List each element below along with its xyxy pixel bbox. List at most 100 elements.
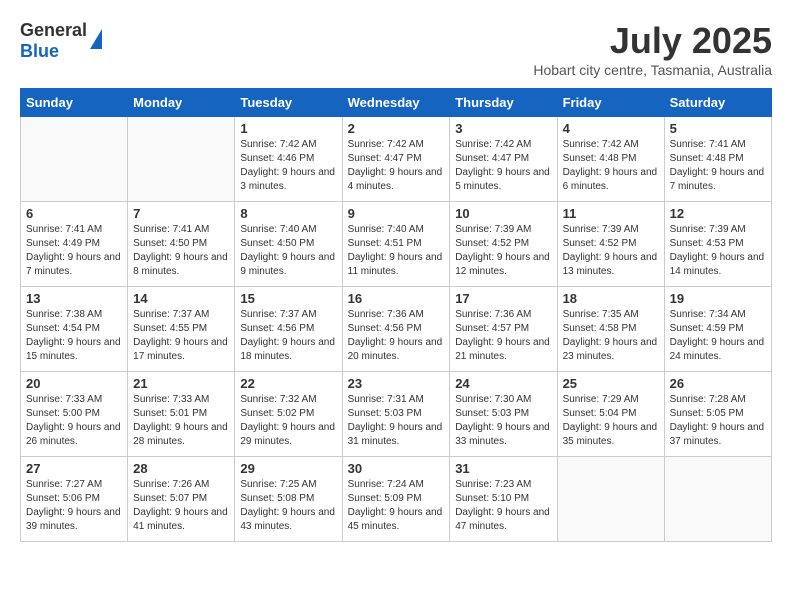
day-info: Sunrise: 7:33 AMSunset: 5:01 PMDaylight:… <box>133 393 229 449</box>
day-info: Sunrise: 7:39 AMSunset: 4:52 PMDaylight:… <box>455 223 551 279</box>
day-info: Sunrise: 7:42 AMSunset: 4:48 PMDaylight:… <box>563 138 659 194</box>
day-info: Sunrise: 7:30 AMSunset: 5:03 PMDaylight:… <box>455 393 551 449</box>
day-number: 26 <box>670 376 766 391</box>
calendar-cell: 18 Sunrise: 7:35 AMSunset: 4:58 PMDayligh… <box>557 287 664 372</box>
calendar-header-row: SundayMondayTuesdayWednesdayThursdayFrid… <box>21 89 772 117</box>
calendar-cell: 26 Sunrise: 7:28 AMSunset: 5:05 PMDayligh… <box>664 372 771 457</box>
day-info: Sunrise: 7:23 AMSunset: 5:10 PMDaylight:… <box>455 478 551 534</box>
day-info: Sunrise: 7:42 AMSunset: 4:47 PMDaylight:… <box>348 138 445 194</box>
calendar-cell: 4 Sunrise: 7:42 AMSunset: 4:48 PMDaylight… <box>557 117 664 202</box>
calendar-table: SundayMondayTuesdayWednesdayThursdayFrid… <box>20 88 772 542</box>
calendar-cell: 6 Sunrise: 7:41 AMSunset: 4:49 PMDaylight… <box>21 202 128 287</box>
day-number: 16 <box>348 291 445 306</box>
day-number: 15 <box>240 291 336 306</box>
calendar-cell: 27 Sunrise: 7:27 AMSunset: 5:06 PMDayligh… <box>21 457 128 542</box>
day-number: 23 <box>348 376 445 391</box>
day-info: Sunrise: 7:34 AMSunset: 4:59 PMDaylight:… <box>670 308 766 364</box>
logo-text: General Blue <box>20 20 87 62</box>
day-number: 12 <box>670 206 766 221</box>
day-header-saturday: Saturday <box>664 89 771 117</box>
calendar-cell: 3 Sunrise: 7:42 AMSunset: 4:47 PMDaylight… <box>450 117 557 202</box>
day-info: Sunrise: 7:32 AMSunset: 5:02 PMDaylight:… <box>240 393 336 449</box>
calendar-cell: 17 Sunrise: 7:36 AMSunset: 4:57 PMDayligh… <box>450 287 557 372</box>
calendar-cell: 20Sunrise: 7:33 AMSunset: 5:00 PMDayligh… <box>21 372 128 457</box>
day-header-monday: Monday <box>128 89 235 117</box>
day-number: 1 <box>240 121 336 136</box>
day-info: Sunrise: 7:36 AMSunset: 4:57 PMDaylight:… <box>455 308 551 364</box>
day-info: Sunrise: 7:42 AMSunset: 4:46 PMDaylight:… <box>240 138 336 194</box>
day-info: Sunrise: 7:41 AMSunset: 4:50 PMDaylight:… <box>133 223 229 279</box>
calendar-cell: 29 Sunrise: 7:25 AMSunset: 5:08 PMDayligh… <box>235 457 342 542</box>
day-info: Sunrise: 7:25 AMSunset: 5:08 PMDaylight:… <box>240 478 336 534</box>
day-number: 29 <box>240 461 336 476</box>
day-number: 17 <box>455 291 551 306</box>
calendar-cell: 12Sunrise: 7:39 AMSunset: 4:53 PMDayligh… <box>664 202 771 287</box>
calendar-cell: 23 Sunrise: 7:31 AMSunset: 5:03 PMDayligh… <box>342 372 450 457</box>
calendar-cell: 9 Sunrise: 7:40 AMSunset: 4:51 PMDaylight… <box>342 202 450 287</box>
day-number: 10 <box>455 206 551 221</box>
page-header: General Blue July 2025 Hobart city centr… <box>20 20 772 78</box>
calendar-cell: 2Sunrise: 7:42 AMSunset: 4:47 PMDaylight… <box>342 117 450 202</box>
day-info: Sunrise: 7:42 AMSunset: 4:47 PMDaylight:… <box>455 138 551 194</box>
day-number: 19 <box>670 291 766 306</box>
month-title: July 2025 <box>533 20 772 62</box>
calendar-week-5: 27 Sunrise: 7:27 AMSunset: 5:06 PMDayligh… <box>21 457 772 542</box>
day-number: 30 <box>348 461 445 476</box>
logo-blue: Blue <box>20 41 59 61</box>
day-number: 11 <box>563 206 659 221</box>
calendar-week-4: 20Sunrise: 7:33 AMSunset: 5:00 PMDayligh… <box>21 372 772 457</box>
day-info: Sunrise: 7:24 AMSunset: 5:09 PMDaylight:… <box>348 478 445 534</box>
day-number: 27 <box>26 461 122 476</box>
day-number: 4 <box>563 121 659 136</box>
logo: General Blue <box>20 20 102 62</box>
day-info: Sunrise: 7:39 AMSunset: 4:52 PMDaylight:… <box>563 223 659 279</box>
calendar-cell <box>664 457 771 542</box>
day-header-friday: Friday <box>557 89 664 117</box>
day-number: 13 <box>26 291 122 306</box>
title-area: July 2025 Hobart city centre, Tasmania, … <box>533 20 772 78</box>
calendar-cell: 28Sunrise: 7:26 AMSunset: 5:07 PMDayligh… <box>128 457 235 542</box>
day-number: 18 <box>563 291 659 306</box>
calendar-cell: 5Sunrise: 7:41 AMSunset: 4:48 PMDaylight… <box>664 117 771 202</box>
day-info: Sunrise: 7:36 AMSunset: 4:56 PMDaylight:… <box>348 308 445 364</box>
day-info: Sunrise: 7:26 AMSunset: 5:07 PMDaylight:… <box>133 478 229 534</box>
calendar-cell: 11 Sunrise: 7:39 AMSunset: 4:52 PMDayligh… <box>557 202 664 287</box>
day-number: 24 <box>455 376 551 391</box>
day-number: 6 <box>26 206 122 221</box>
day-header-sunday: Sunday <box>21 89 128 117</box>
day-number: 31 <box>455 461 551 476</box>
calendar-cell: 24 Sunrise: 7:30 AMSunset: 5:03 PMDayligh… <box>450 372 557 457</box>
day-info: Sunrise: 7:38 AMSunset: 4:54 PMDaylight:… <box>26 308 122 364</box>
calendar-week-3: 13 Sunrise: 7:38 AMSunset: 4:54 PMDayligh… <box>21 287 772 372</box>
calendar-cell: 15 Sunrise: 7:37 AMSunset: 4:56 PMDayligh… <box>235 287 342 372</box>
calendar-cell: 30 Sunrise: 7:24 AMSunset: 5:09 PMDayligh… <box>342 457 450 542</box>
calendar-cell: 21Sunrise: 7:33 AMSunset: 5:01 PMDayligh… <box>128 372 235 457</box>
calendar-cell <box>128 117 235 202</box>
day-number: 9 <box>348 206 445 221</box>
calendar-cell: 31 Sunrise: 7:23 AMSunset: 5:10 PMDayligh… <box>450 457 557 542</box>
calendar-cell: 16 Sunrise: 7:36 AMSunset: 4:56 PMDayligh… <box>342 287 450 372</box>
calendar-cell: 10 Sunrise: 7:39 AMSunset: 4:52 PMDayligh… <box>450 202 557 287</box>
day-info: Sunrise: 7:41 AMSunset: 4:49 PMDaylight:… <box>26 223 122 279</box>
day-info: Sunrise: 7:40 AMSunset: 4:51 PMDaylight:… <box>348 223 445 279</box>
day-info: Sunrise: 7:37 AMSunset: 4:56 PMDaylight:… <box>240 308 336 364</box>
day-info: Sunrise: 7:27 AMSunset: 5:06 PMDaylight:… <box>26 478 122 534</box>
day-header-thursday: Thursday <box>450 89 557 117</box>
day-info: Sunrise: 7:40 AMSunset: 4:50 PMDaylight:… <box>240 223 336 279</box>
logo-icon <box>90 29 102 49</box>
day-info: Sunrise: 7:28 AMSunset: 5:05 PMDaylight:… <box>670 393 766 449</box>
calendar-cell <box>557 457 664 542</box>
day-info: Sunrise: 7:35 AMSunset: 4:58 PMDaylight:… <box>563 308 659 364</box>
calendar-cell <box>21 117 128 202</box>
day-number: 14 <box>133 291 229 306</box>
day-info: Sunrise: 7:31 AMSunset: 5:03 PMDaylight:… <box>348 393 445 449</box>
day-info: Sunrise: 7:29 AMSunset: 5:04 PMDaylight:… <box>563 393 659 449</box>
day-number: 5 <box>670 121 766 136</box>
day-number: 22 <box>240 376 336 391</box>
day-number: 3 <box>455 121 551 136</box>
calendar-cell: 7Sunrise: 7:41 AMSunset: 4:50 PMDaylight… <box>128 202 235 287</box>
calendar-cell: 13 Sunrise: 7:38 AMSunset: 4:54 PMDayligh… <box>21 287 128 372</box>
calendar-cell: 25Sunrise: 7:29 AMSunset: 5:04 PMDayligh… <box>557 372 664 457</box>
location-title: Hobart city centre, Tasmania, Australia <box>533 62 772 78</box>
day-header-tuesday: Tuesday <box>235 89 342 117</box>
